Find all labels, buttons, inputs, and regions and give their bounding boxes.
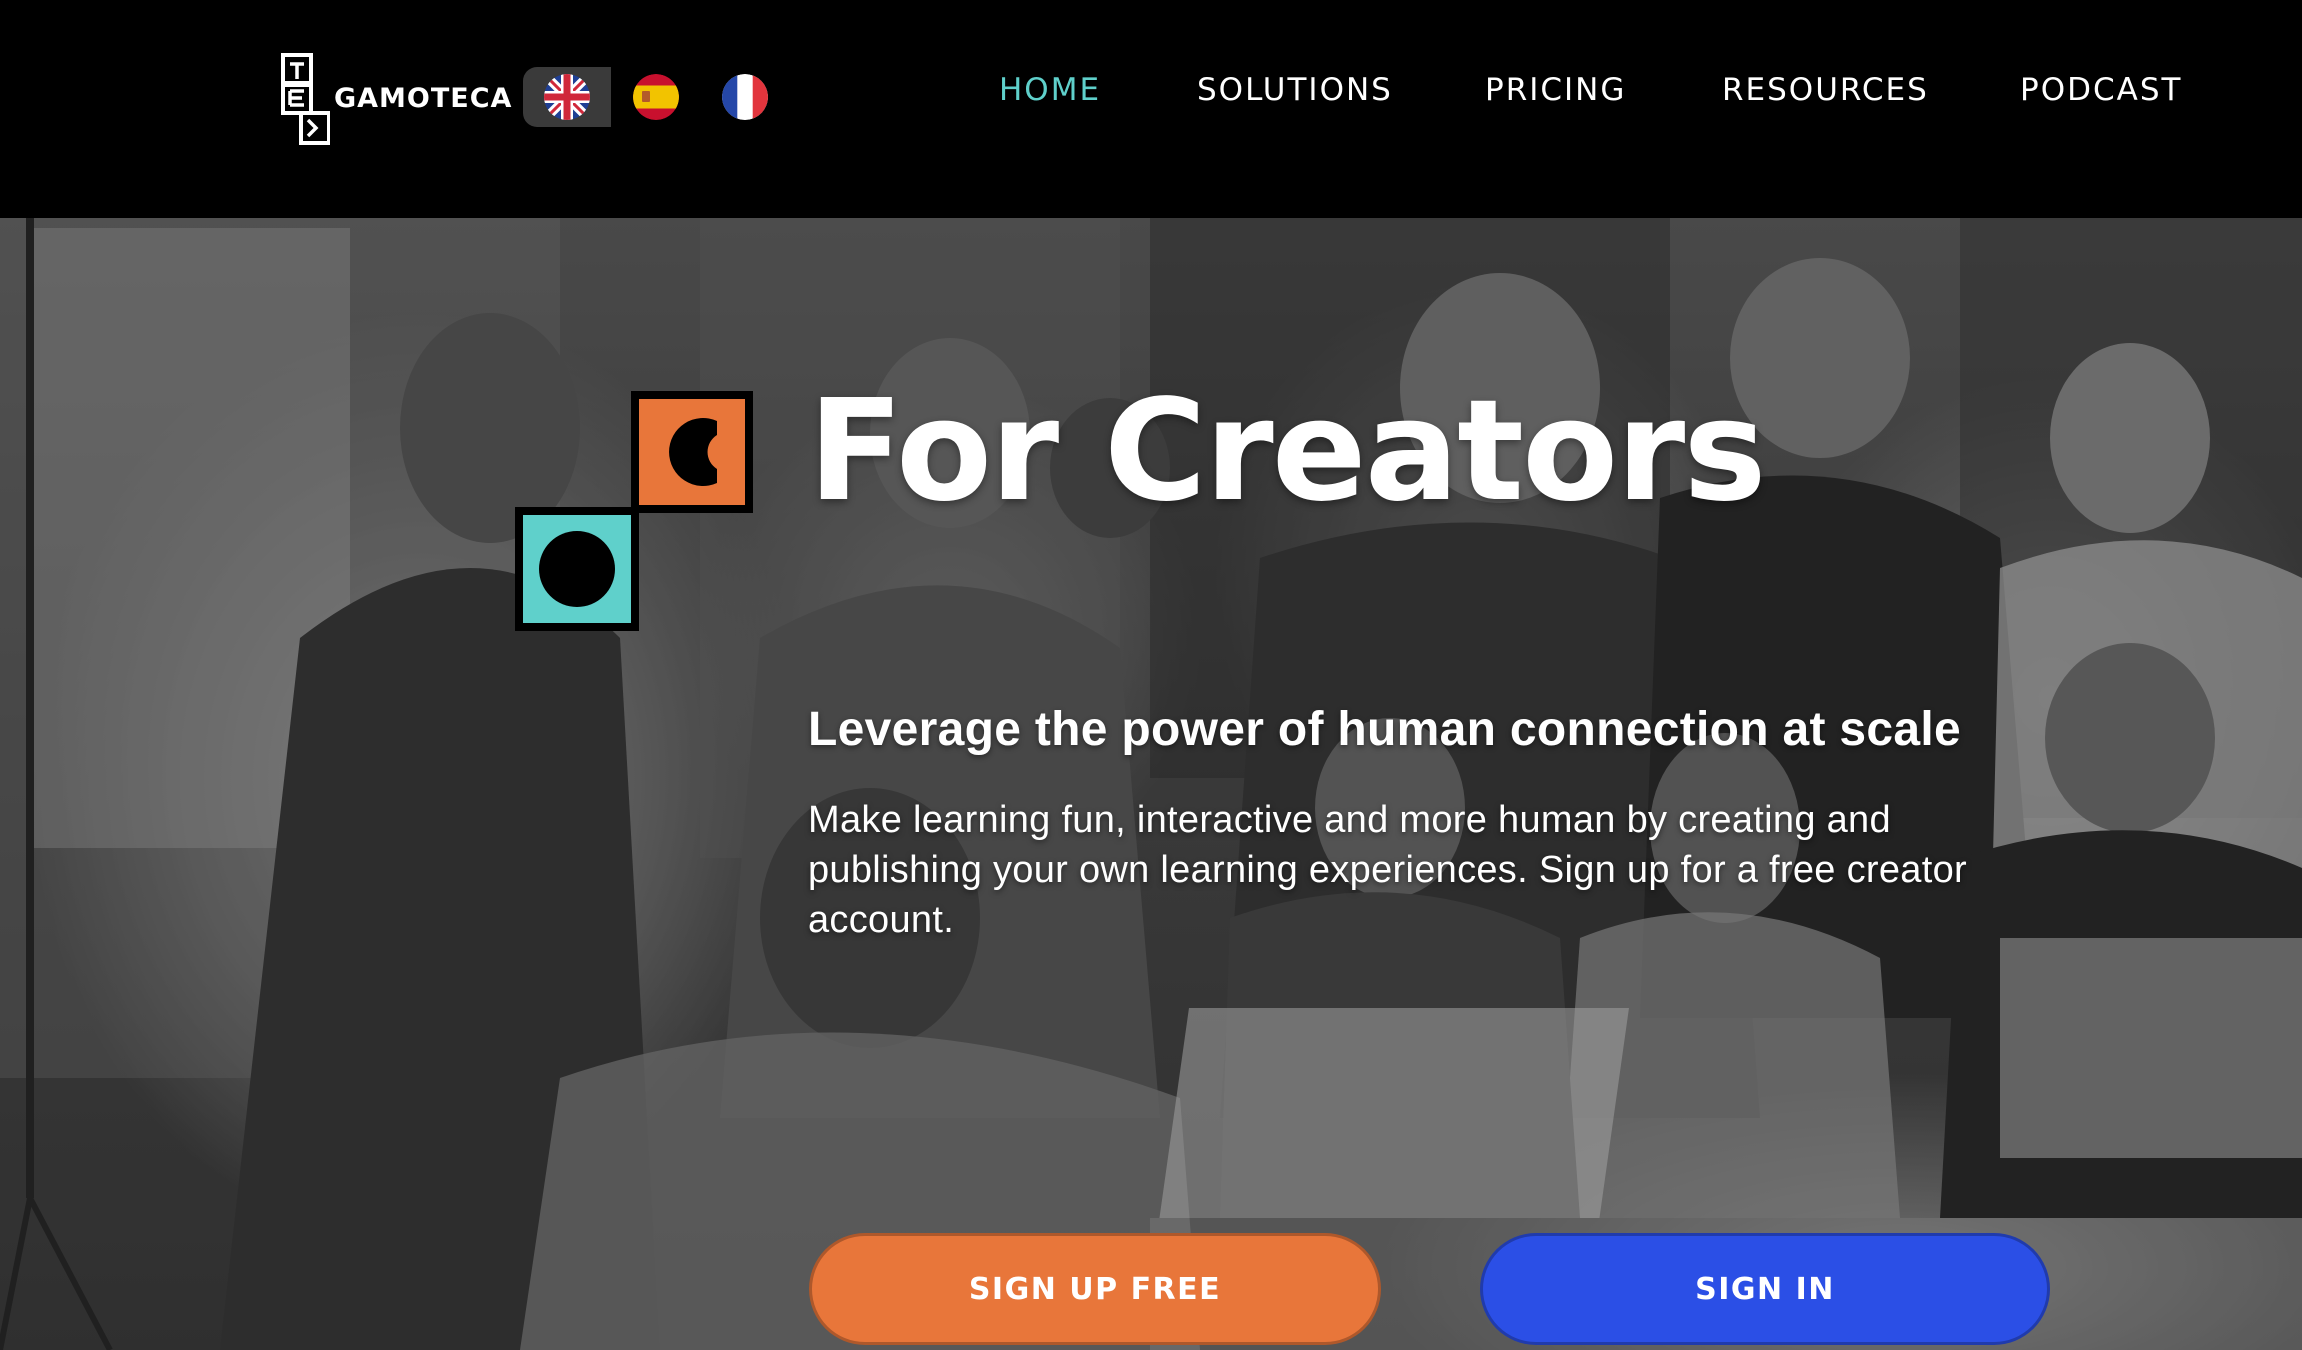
nav-solutions[interactable]: SOLUTIONS	[1197, 72, 1393, 108]
nav-resources[interactable]: RESOURCES	[1722, 72, 1929, 108]
nav-home[interactable]: HOME	[999, 72, 1101, 108]
creators-emblem-icon	[515, 391, 753, 631]
main-nav: HOME SOLUTIONS PRICING RESOURCES PODCAST	[0, 72, 2302, 122]
nav-pricing[interactable]: PRICING	[1485, 72, 1626, 108]
sign-in-button[interactable]: SIGN IN	[1480, 1233, 2050, 1345]
nav-podcast[interactable]: PODCAST	[2020, 72, 2182, 108]
top-navbar: GAMOTECA HOME SOLUTIONS PRICING RESOURCE…	[0, 0, 2302, 218]
hero-description: Make learning fun, interactive and more …	[808, 799, 1967, 941]
sign-up-free-button[interactable]: SIGN UP FREE	[809, 1233, 1381, 1345]
hero-subtitle: Leverage the power of human connection a…	[808, 703, 1962, 756]
hero-title: For Creators	[808, 370, 1767, 533]
